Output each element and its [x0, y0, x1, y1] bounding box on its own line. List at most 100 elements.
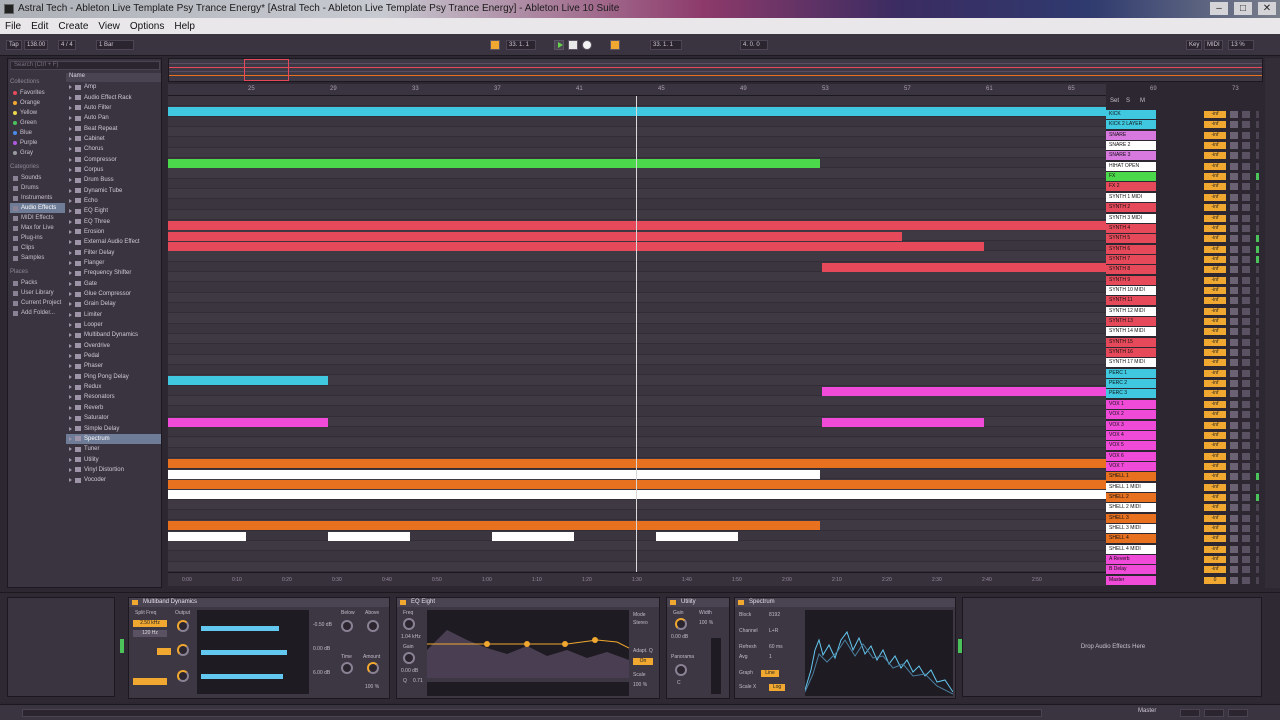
menu-file[interactable]: File [0, 21, 26, 32]
track-name[interactable]: SHELL 1 MIDI [1106, 482, 1156, 492]
arrangement-clip[interactable] [168, 221, 1106, 231]
spectrum-display[interactable] [804, 610, 954, 696]
track-arm-button[interactable] [1242, 411, 1250, 419]
track-lane[interactable] [168, 323, 1106, 334]
track-name[interactable]: SYNTH 16 [1106, 348, 1156, 358]
track-solo-button[interactable] [1230, 400, 1238, 408]
track-volume[interactable]: -inf [1204, 224, 1226, 232]
arrangement-clip[interactable] [168, 159, 820, 169]
track-solo-button[interactable] [1230, 576, 1238, 584]
track-volume[interactable]: -inf [1204, 493, 1226, 501]
category-item[interactable]: Plug-ins [10, 233, 65, 243]
record-button[interactable] [582, 40, 592, 50]
track-solo-button[interactable] [1230, 193, 1238, 201]
track-name[interactable]: SNARE [1106, 130, 1156, 140]
time-knob[interactable] [341, 662, 353, 674]
track-volume[interactable]: -inf [1204, 152, 1226, 160]
track-name[interactable]: VOX 1 [1106, 399, 1156, 409]
track-name[interactable]: SHELL 3 MIDI [1106, 524, 1156, 533]
scale-x-log-button[interactable]: Log [769, 684, 785, 691]
track-solo-button[interactable] [1230, 286, 1238, 294]
track-volume[interactable]: -inf [1204, 255, 1226, 263]
file-item[interactable]: Pedal [66, 351, 161, 361]
arrangement-position[interactable]: 33. 1. 1 [506, 40, 536, 50]
track-solo-button[interactable] [1230, 131, 1238, 139]
track-volume[interactable]: -inf [1204, 390, 1226, 398]
file-item[interactable]: Auto Filter [66, 103, 161, 113]
collection-item[interactable]: Gray [10, 148, 65, 158]
menu-options[interactable]: Options [125, 21, 169, 32]
track-arm-button[interactable] [1242, 349, 1250, 357]
track-solo-button[interactable] [1230, 152, 1238, 160]
track-solo-button[interactable] [1230, 390, 1238, 398]
expand-triangle-icon[interactable] [69, 116, 72, 121]
track-solo-button[interactable] [1230, 121, 1238, 129]
track-volume[interactable]: -inf [1204, 328, 1226, 336]
track-lane[interactable] [168, 168, 1106, 179]
track-arm-button[interactable] [1242, 525, 1250, 532]
file-item[interactable]: Gate [66, 279, 161, 289]
track-solo-button[interactable] [1230, 297, 1238, 305]
place-item[interactable]: Packs [10, 278, 65, 288]
track-name[interactable]: VOX 2 [1106, 410, 1156, 420]
track-volume[interactable]: -inf [1204, 111, 1226, 118]
file-item[interactable]: Phaser [66, 361, 161, 371]
expand-triangle-icon[interactable] [69, 436, 72, 441]
expand-triangle-icon[interactable] [69, 374, 72, 379]
track-volume[interactable]: -inf [1204, 504, 1226, 512]
track-arm-button[interactable] [1242, 111, 1250, 118]
track-solo-button[interactable] [1230, 462, 1238, 470]
expand-triangle-icon[interactable] [69, 405, 72, 410]
track-solo-button[interactable] [1230, 224, 1238, 232]
track-solo-button[interactable] [1230, 276, 1238, 284]
file-item[interactable]: Flanger [66, 258, 161, 268]
graph-line-button[interactable]: Line [761, 670, 779, 677]
time-ruler[interactable]: 0:00 0:10 0:20 0:30 0:40 0:50 1:00 1:10 1:20 1:30… [168, 572, 1106, 586]
track-solo-button[interactable] [1230, 359, 1238, 367]
file-item[interactable]: Spectrum [66, 433, 161, 445]
utility-title[interactable]: Utility [667, 598, 729, 607]
low-band-button[interactable]: 120 Hz [133, 630, 167, 637]
track-solo-button[interactable] [1230, 473, 1238, 481]
track-volume[interactable]: -inf [1204, 421, 1226, 429]
track-arm-button[interactable] [1242, 152, 1250, 160]
track-arm-button[interactable] [1242, 297, 1250, 305]
status-btn-2[interactable] [1204, 709, 1224, 717]
key-map-button[interactable]: Key [1186, 40, 1203, 50]
track-solo-button[interactable] [1230, 556, 1238, 564]
arrangement-clip[interactable] [168, 417, 328, 427]
track-solo-button[interactable] [1230, 421, 1238, 429]
device-activator-led[interactable] [120, 639, 124, 653]
expand-triangle-icon[interactable] [69, 240, 72, 245]
track-volume[interactable]: -inf [1204, 380, 1226, 388]
channel-value[interactable]: L+R [769, 628, 778, 634]
menu-help[interactable]: Help [169, 21, 200, 32]
track-solo-button[interactable] [1230, 411, 1238, 419]
track-lane[interactable] [168, 282, 1106, 293]
expand-triangle-icon[interactable] [69, 467, 72, 472]
track-solo-button[interactable] [1230, 235, 1238, 243]
track-lane[interactable] [168, 499, 1106, 510]
track-lane[interactable] [168, 396, 1106, 407]
status-btn-3[interactable] [1228, 709, 1248, 717]
multiband-title[interactable]: Multiband Dynamics [129, 598, 389, 607]
track-solo-button[interactable] [1230, 255, 1238, 263]
file-item[interactable]: External Audio Effect [66, 237, 161, 247]
track-arm-button[interactable] [1242, 556, 1250, 564]
track-volume[interactable]: -inf [1204, 142, 1226, 150]
track-solo-button[interactable] [1230, 566, 1238, 574]
expand-triangle-icon[interactable] [69, 323, 72, 328]
file-item[interactable]: Utility [66, 454, 161, 464]
expand-triangle-icon[interactable] [69, 178, 72, 183]
track-name[interactable]: VOX 4 [1106, 430, 1156, 440]
expand-triangle-icon[interactable] [69, 364, 72, 369]
track-arm-button[interactable] [1242, 493, 1250, 501]
track-solo-button[interactable] [1230, 307, 1238, 315]
track-name[interactable]: FX 2 [1106, 182, 1156, 192]
expand-triangle-icon[interactable] [69, 333, 72, 338]
file-item[interactable]: Erosion [66, 227, 161, 237]
expand-triangle-icon[interactable] [69, 188, 72, 193]
expand-triangle-icon[interactable] [69, 395, 72, 400]
track-solo-button[interactable] [1230, 338, 1238, 346]
track-name[interactable]: SYNTH 1 MIDI [1106, 192, 1156, 202]
